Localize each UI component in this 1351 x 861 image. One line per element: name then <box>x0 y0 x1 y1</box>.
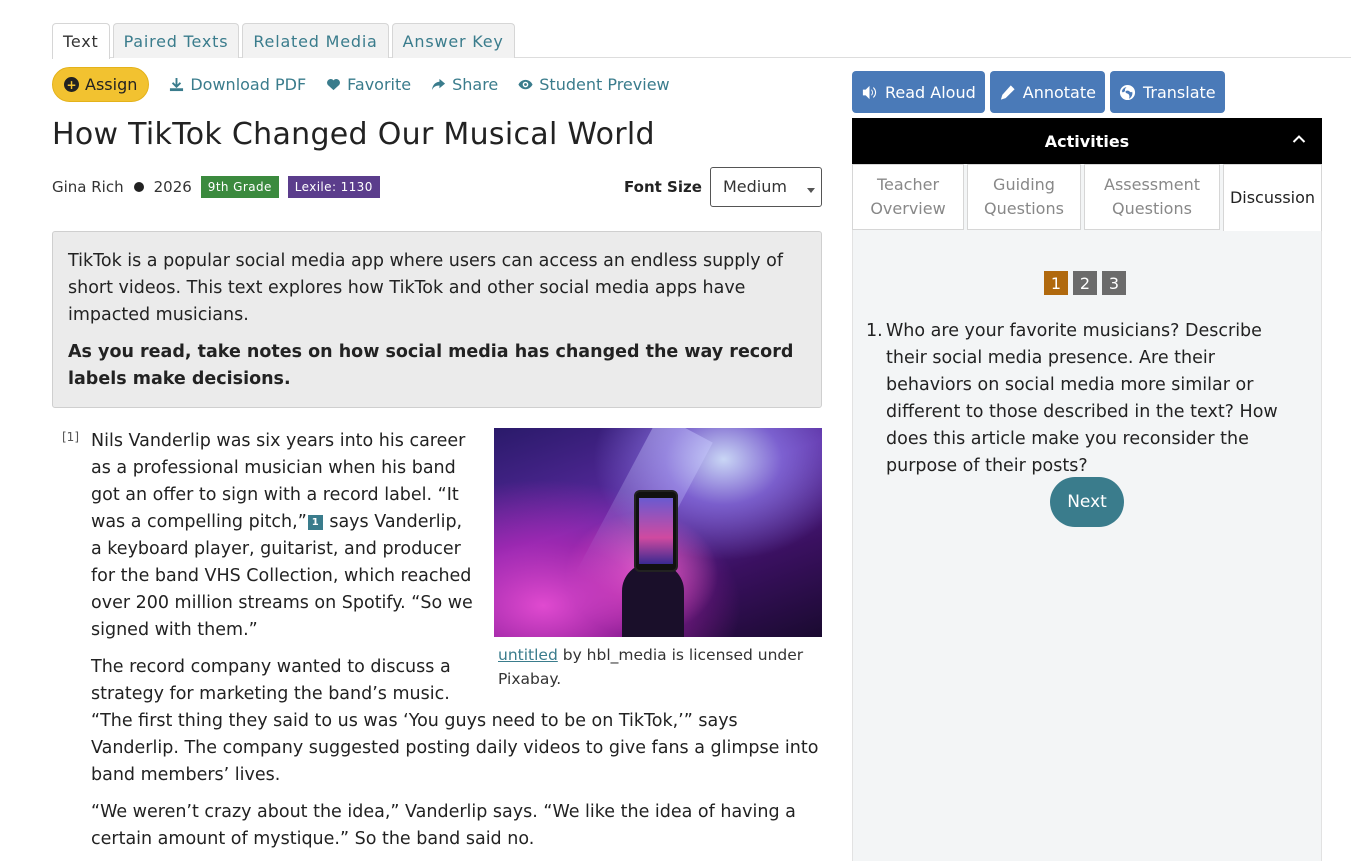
translate-button[interactable]: Translate <box>1109 71 1225 113</box>
phone-in-hand <box>634 490 678 572</box>
tab-related-media[interactable]: Related Media <box>242 23 389 58</box>
font-size-select[interactable]: Medium <box>710 167 822 207</box>
paragraph-number: [1] <box>62 430 79 444</box>
favorite-label: Favorite <box>347 75 412 94</box>
content-tabs: Text Paired Texts Related Media Answer K… <box>52 23 515 59</box>
image-caption: untitled by hbl_media is licensed under … <box>494 637 822 691</box>
raised-hand <box>622 563 684 637</box>
plus-circle-icon: + <box>64 77 79 92</box>
translate-label: Translate <box>1142 82 1216 102</box>
speaker-icon <box>862 85 877 99</box>
year: 2026 <box>153 178 192 196</box>
student-preview-label: Student Preview <box>539 75 670 94</box>
page-title: How TikTok Changed Our Musical World <box>52 117 655 152</box>
heart-plus-icon <box>327 79 341 91</box>
page-1-button[interactable]: 1 <box>1044 271 1068 295</box>
action-bar: + Assign Download PDF Favorite Share Stu… <box>52 67 670 102</box>
author: Gina Rich <box>52 178 124 196</box>
separator-dot <box>133 182 144 192</box>
globe-icon <box>1119 84 1136 100</box>
intro-instruction: As you read, take notes on how social me… <box>68 342 794 389</box>
favorite-link[interactable]: Favorite <box>326 75 411 94</box>
question-number: 1. <box>866 321 883 341</box>
tab-guiding-questions[interactable]: Guiding Questions <box>967 164 1081 230</box>
share-label: Share <box>452 75 499 94</box>
activities-title: Activities <box>1044 131 1130 151</box>
download-pdf-label: Download PDF <box>190 75 307 94</box>
tab-assessment-questions[interactable]: Assessment Questions <box>1084 164 1220 230</box>
tab-answer-key[interactable]: Answer Key <box>391 23 515 58</box>
share-link[interactable]: Share <box>431 75 498 94</box>
download-pdf-link[interactable]: Download PDF <box>169 75 306 94</box>
image-source-link[interactable]: untitled <box>498 646 558 664</box>
chevron-up-icon[interactable] <box>1292 132 1306 146</box>
tab-teacher-overview[interactable]: Teacher Overview <box>852 164 964 230</box>
assign-button[interactable]: + Assign <box>52 67 150 102</box>
page-3-button[interactable]: 3 <box>1102 271 1126 295</box>
article-meta: Gina Rich 2026 9th Grade Lexile: 1130 <box>52 176 380 198</box>
download-icon <box>170 77 184 92</box>
chevron-down-icon <box>807 188 815 193</box>
annotate-button[interactable]: Annotate <box>989 71 1105 113</box>
concert-photo[interactable] <box>494 428 822 637</box>
font-size-value: Medium <box>723 177 787 196</box>
activities-header[interactable]: Activities <box>852 118 1322 164</box>
next-button[interactable]: Next <box>1050 477 1124 527</box>
font-size-label: Font Size <box>624 178 702 196</box>
grade-badge: 9th Grade <box>200 176 279 198</box>
annotate-label: Annotate <box>1022 82 1096 102</box>
article-body: untitled by hbl_media is licensed under … <box>91 428 822 861</box>
intro-box: TikTok is a popular social media app whe… <box>52 231 822 408</box>
tab-discussion[interactable]: Discussion <box>1223 164 1322 231</box>
discussion-question: 1. Who are your favorite musicians? Desc… <box>866 318 1306 480</box>
read-aloud-label: Read Aloud <box>885 82 976 102</box>
reader-tools: Read Aloud Annotate Translate <box>852 71 1225 113</box>
question-pager: 1 2 3 <box>1044 271 1126 295</box>
article-figure: untitled by hbl_media is licensed under … <box>494 428 822 691</box>
footnote-marker[interactable]: 1 <box>307 514 323 530</box>
assign-label: Assign <box>85 75 138 94</box>
read-aloud-button[interactable]: Read Aloud <box>852 71 985 113</box>
question-text: Who are your favorite musicians? Describ… <box>886 321 1278 476</box>
intro-summary: TikTok is a popular social media app whe… <box>68 251 784 325</box>
paragraph-3: “We weren’t crazy about the idea,” Vande… <box>91 802 796 849</box>
activity-subtabs: Teacher Overview Guiding Questions Asses… <box>852 164 1322 231</box>
tab-text[interactable]: Text <box>52 23 110 59</box>
tab-paired-texts[interactable]: Paired Texts <box>112 23 240 58</box>
pencil-icon <box>1000 84 1015 100</box>
student-preview-link[interactable]: Student Preview <box>518 75 670 94</box>
lexile-badge: Lexile: 1130 <box>287 176 380 198</box>
eye-icon <box>518 79 533 90</box>
share-arrow-icon <box>432 78 446 91</box>
page-2-button[interactable]: 2 <box>1073 271 1097 295</box>
